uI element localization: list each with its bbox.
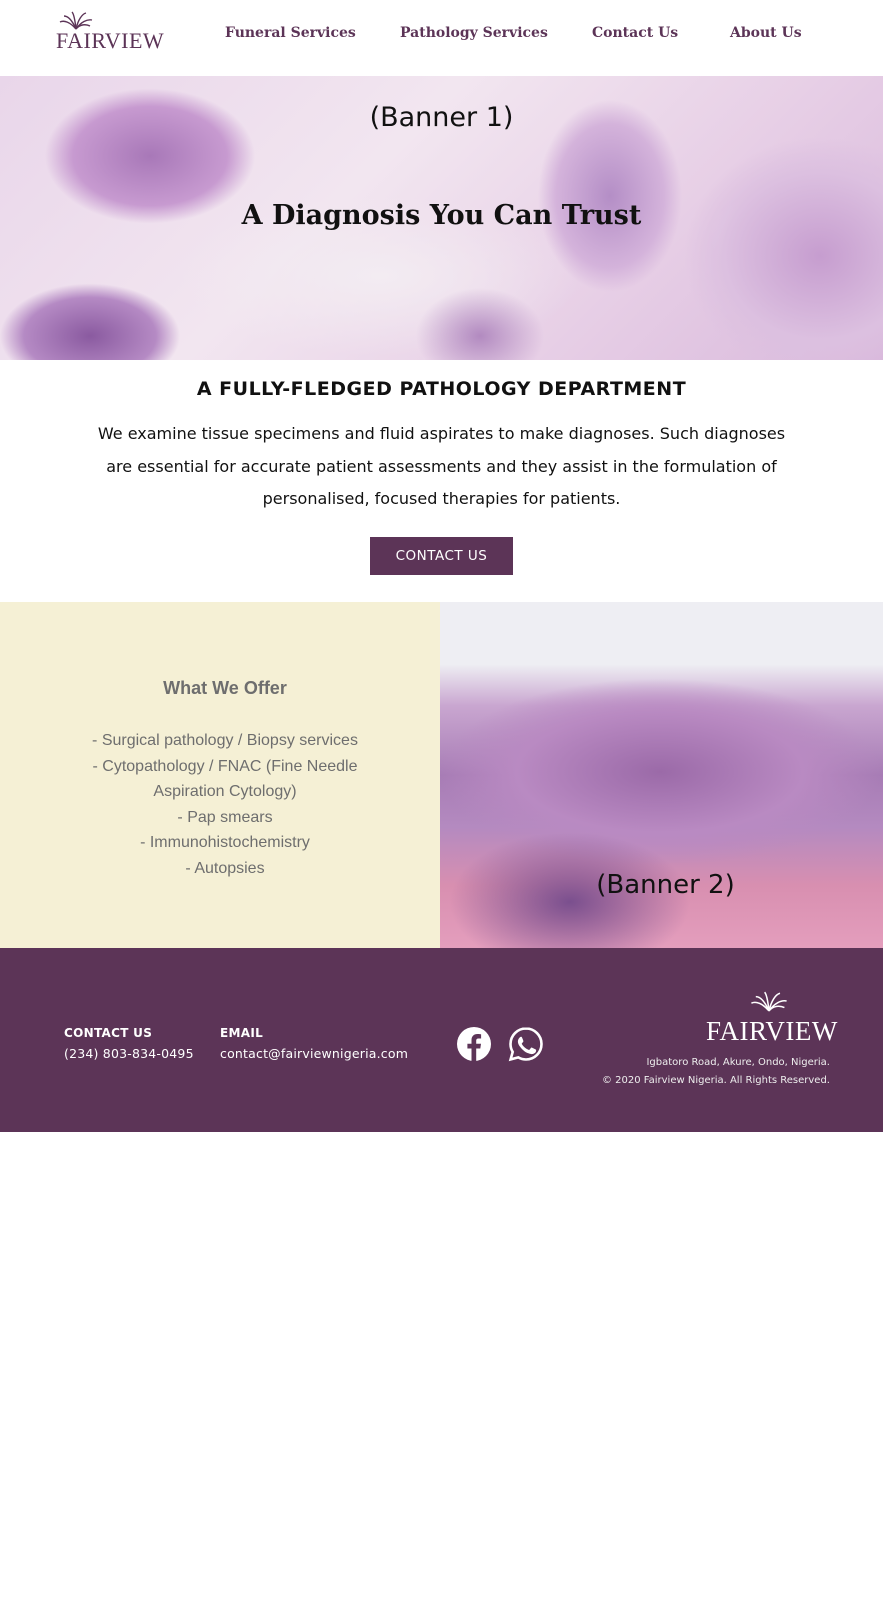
hero-banner: (Banner 1) A Diagnosis You Can Trust: [0, 76, 883, 360]
address: Igbatoro Road, Akure, Ondo, Nigeria.: [646, 1057, 830, 1068]
offer-list: - Surgical pathology / Biopsy services -…: [70, 728, 380, 881]
copyright: © 2020 Fairview Nigeria. All Rights Rese…: [601, 1075, 830, 1086]
header-logo[interactable]: FAIRVIEW: [56, 10, 165, 54]
logo-wordmark: FAIRVIEW: [56, 28, 165, 53]
email-link[interactable]: contact@fairviewnigeria.com: [220, 1046, 408, 1061]
fairview-flower-icon: [59, 11, 93, 30]
site-header: FAIRVIEW Funeral Services Pathology Serv…: [0, 0, 883, 76]
offer-item: - Autopsies: [185, 859, 265, 877]
tissue-banner: (Banner 2): [440, 602, 883, 948]
nav-funeral-services[interactable]: Funeral Services: [225, 25, 356, 41]
intro-paragraph: We examine tissue specimens and fluid as…: [97, 424, 786, 508]
offer-title: What We Offer: [163, 678, 287, 698]
nav-pathology-services[interactable]: Pathology Services: [400, 25, 548, 41]
hero-title: A Diagnosis You Can Trust: [241, 200, 642, 231]
phone-number[interactable]: (234) 803-834-0495: [64, 1046, 194, 1061]
banner-2-label: (Banner 2): [596, 870, 735, 900]
offer-item: - Pap smears: [177, 808, 273, 826]
footer-contact: CONTACT US (234) 803-834-0495: [64, 1026, 194, 1061]
section-title: A FULLY-FLEDGED PATHOLOGY DEPARTMENT: [196, 378, 687, 400]
contact-us-button[interactable]: CONTACT US: [370, 537, 513, 575]
footer-address-block: Igbatoro Road, Akure, Ondo, Nigeria. © 2…: [602, 1054, 830, 1090]
what-we-offer-panel: What We Offer - Surgical pathology / Bio…: [0, 602, 440, 948]
offer-item: - Surgical pathology / Biopsy services: [92, 732, 358, 749]
fairview-flower-icon: [750, 991, 787, 1012]
footer-logo[interactable]: FAIRVIEW: [706, 990, 838, 1046]
facebook-icon[interactable]: [456, 1026, 492, 1062]
contact-heading: CONTACT US: [64, 1026, 153, 1040]
banner-1-label: (Banner 1): [369, 102, 514, 133]
nav-contact-us[interactable]: Contact Us: [592, 25, 678, 41]
email-heading: EMAIL: [220, 1026, 264, 1040]
footer-logo-wordmark: FAIRVIEW: [706, 1016, 838, 1046]
offer-item: - Cytopathology / FNAC (Fine Needle Aspi…: [92, 757, 358, 801]
whatsapp-icon[interactable]: [508, 1026, 544, 1062]
offer-item: - Immunohistochemistry: [140, 834, 310, 851]
nav-about-us[interactable]: About Us: [730, 25, 802, 41]
footer-email: EMAIL contact@fairviewnigeria.com: [220, 1026, 408, 1061]
site-footer: CONTACT US (234) 803-834-0495 EMAIL cont…: [0, 948, 883, 1132]
